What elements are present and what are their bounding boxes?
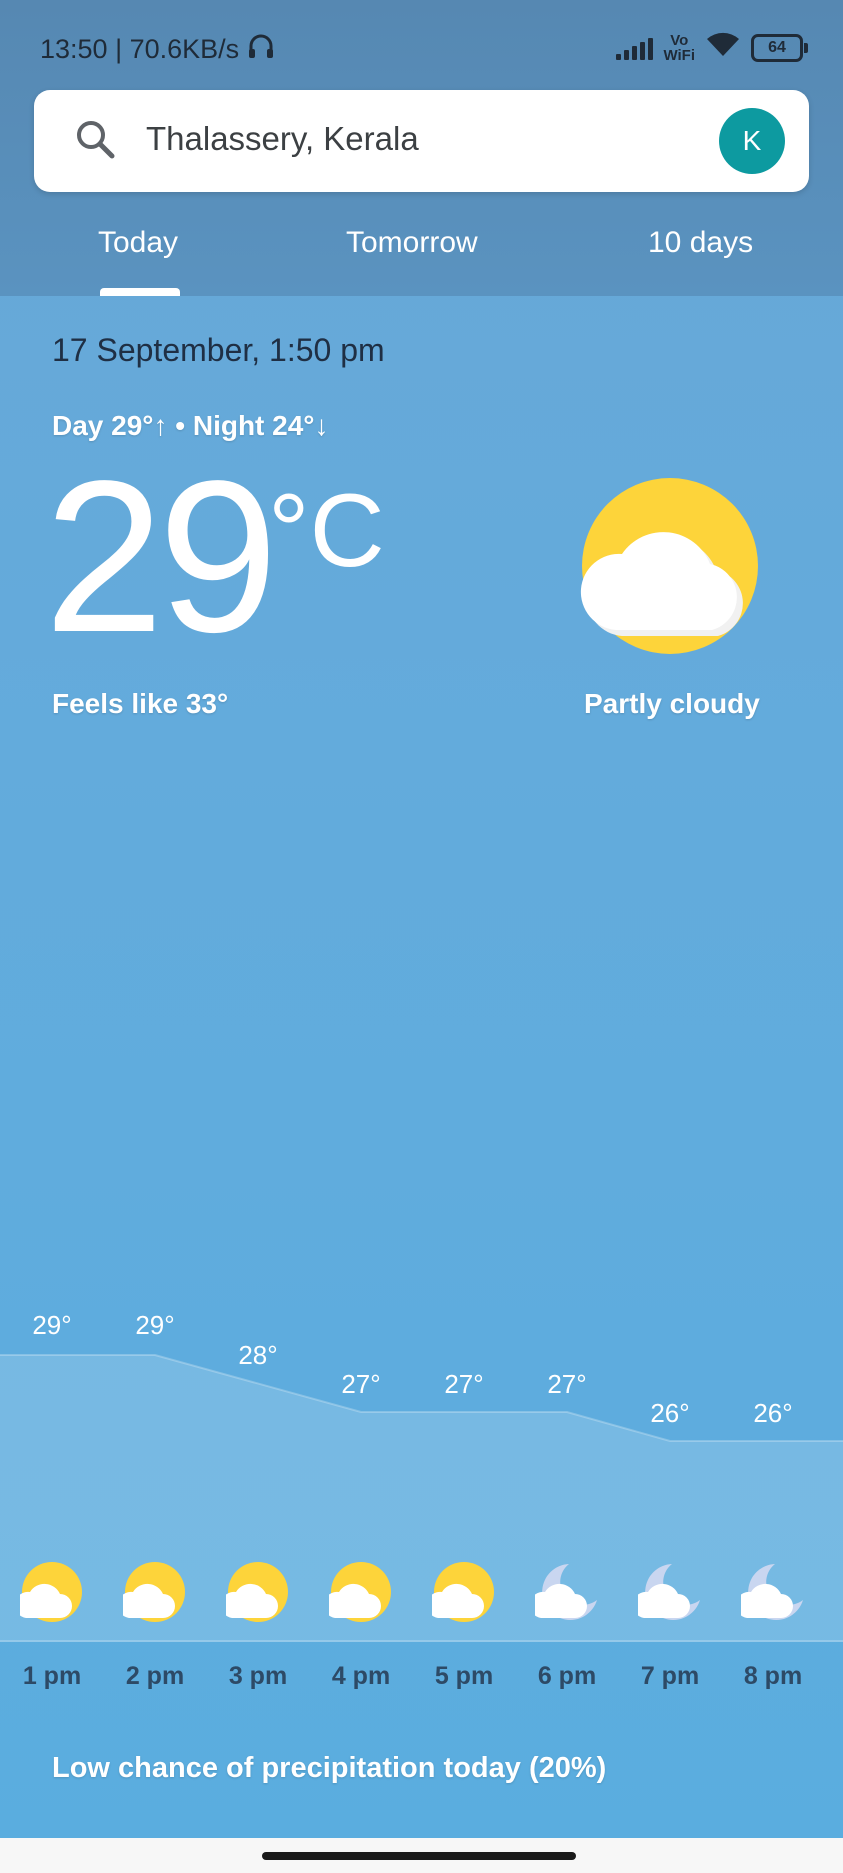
current-temperature: 29 [44, 435, 278, 677]
partly-cloudy-day-icon [220, 1560, 290, 1629]
condition-label: Partly cloudy [584, 688, 760, 719]
precipitation-summary: Low chance of precipitation today (20%) [52, 1752, 607, 1784]
partly-cloudy-icon [570, 478, 770, 673]
headphones-icon [247, 32, 275, 67]
hour-label: 8 pm [743, 1662, 803, 1690]
status-bar: 13:50 | 70.6KB/s Vo WiFi 64 [0, 28, 843, 72]
partly-cloudy-night-icon [632, 1560, 702, 1629]
tab-bar: Today Tomorrow 10 days [0, 212, 843, 296]
hour-temp-3pm: 28° [238, 1340, 278, 1370]
hour-label: 5 pm [434, 1662, 494, 1690]
vowifi-icon: Vo WiFi [663, 31, 695, 64]
status-right: Vo WiFi 64 [616, 30, 808, 65]
hour-label: 4 pm [331, 1662, 391, 1690]
home-gesture-handle[interactable] [262, 1852, 576, 1860]
tab-today[interactable]: Today [98, 226, 178, 260]
hour-temp-8pm: 26° [753, 1398, 793, 1428]
search-bar[interactable]: Thalassery, Kerala K [34, 90, 809, 192]
partly-cloudy-night-icon [529, 1560, 599, 1629]
hour-temp-6pm: 27° [547, 1369, 587, 1399]
hour-label: 2 pm [125, 1662, 185, 1690]
tab-10-days[interactable]: 10 days [648, 226, 753, 260]
avatar[interactable]: K [719, 108, 785, 174]
search-icon[interactable] [74, 118, 118, 167]
hour-label: 6 pm [537, 1662, 597, 1690]
hour-label: 1 pm [22, 1662, 82, 1690]
status-time-speed: 13:50 | 70.6KB/s [40, 34, 240, 64]
divider [0, 1640, 843, 1642]
hour-temp-5pm: 27° [444, 1369, 484, 1399]
hour-temp-1pm: 29° [32, 1310, 72, 1340]
hour-temp-7pm: 26° [650, 1398, 690, 1428]
hour-temp-4pm: 27° [341, 1369, 381, 1399]
current-datetime: 17 September, 1:50 pm [52, 332, 385, 368]
tab-indicator [100, 288, 180, 296]
hour-label: 3 pm [228, 1662, 288, 1690]
battery-icon: 64 [751, 33, 808, 62]
partly-cloudy-day-icon [426, 1560, 496, 1629]
location-text[interactable]: Thalassery, Kerala [146, 120, 419, 158]
partly-cloudy-night-icon [735, 1560, 805, 1629]
status-left: 13:50 | 70.6KB/s [40, 32, 275, 67]
partly-cloudy-day-icon [117, 1560, 187, 1629]
cellular-signal-icon [616, 36, 654, 60]
hour-label: 7 pm [640, 1662, 700, 1690]
partly-cloudy-day-icon [14, 1560, 84, 1629]
tab-tomorrow[interactable]: Tomorrow [346, 226, 478, 260]
partly-cloudy-day-icon [323, 1560, 393, 1629]
feels-like: Feels like 33° [52, 688, 229, 719]
wifi-icon [705, 30, 741, 65]
temperature-unit: °C [268, 473, 385, 589]
hour-temp-2pm: 29° [135, 1310, 175, 1340]
